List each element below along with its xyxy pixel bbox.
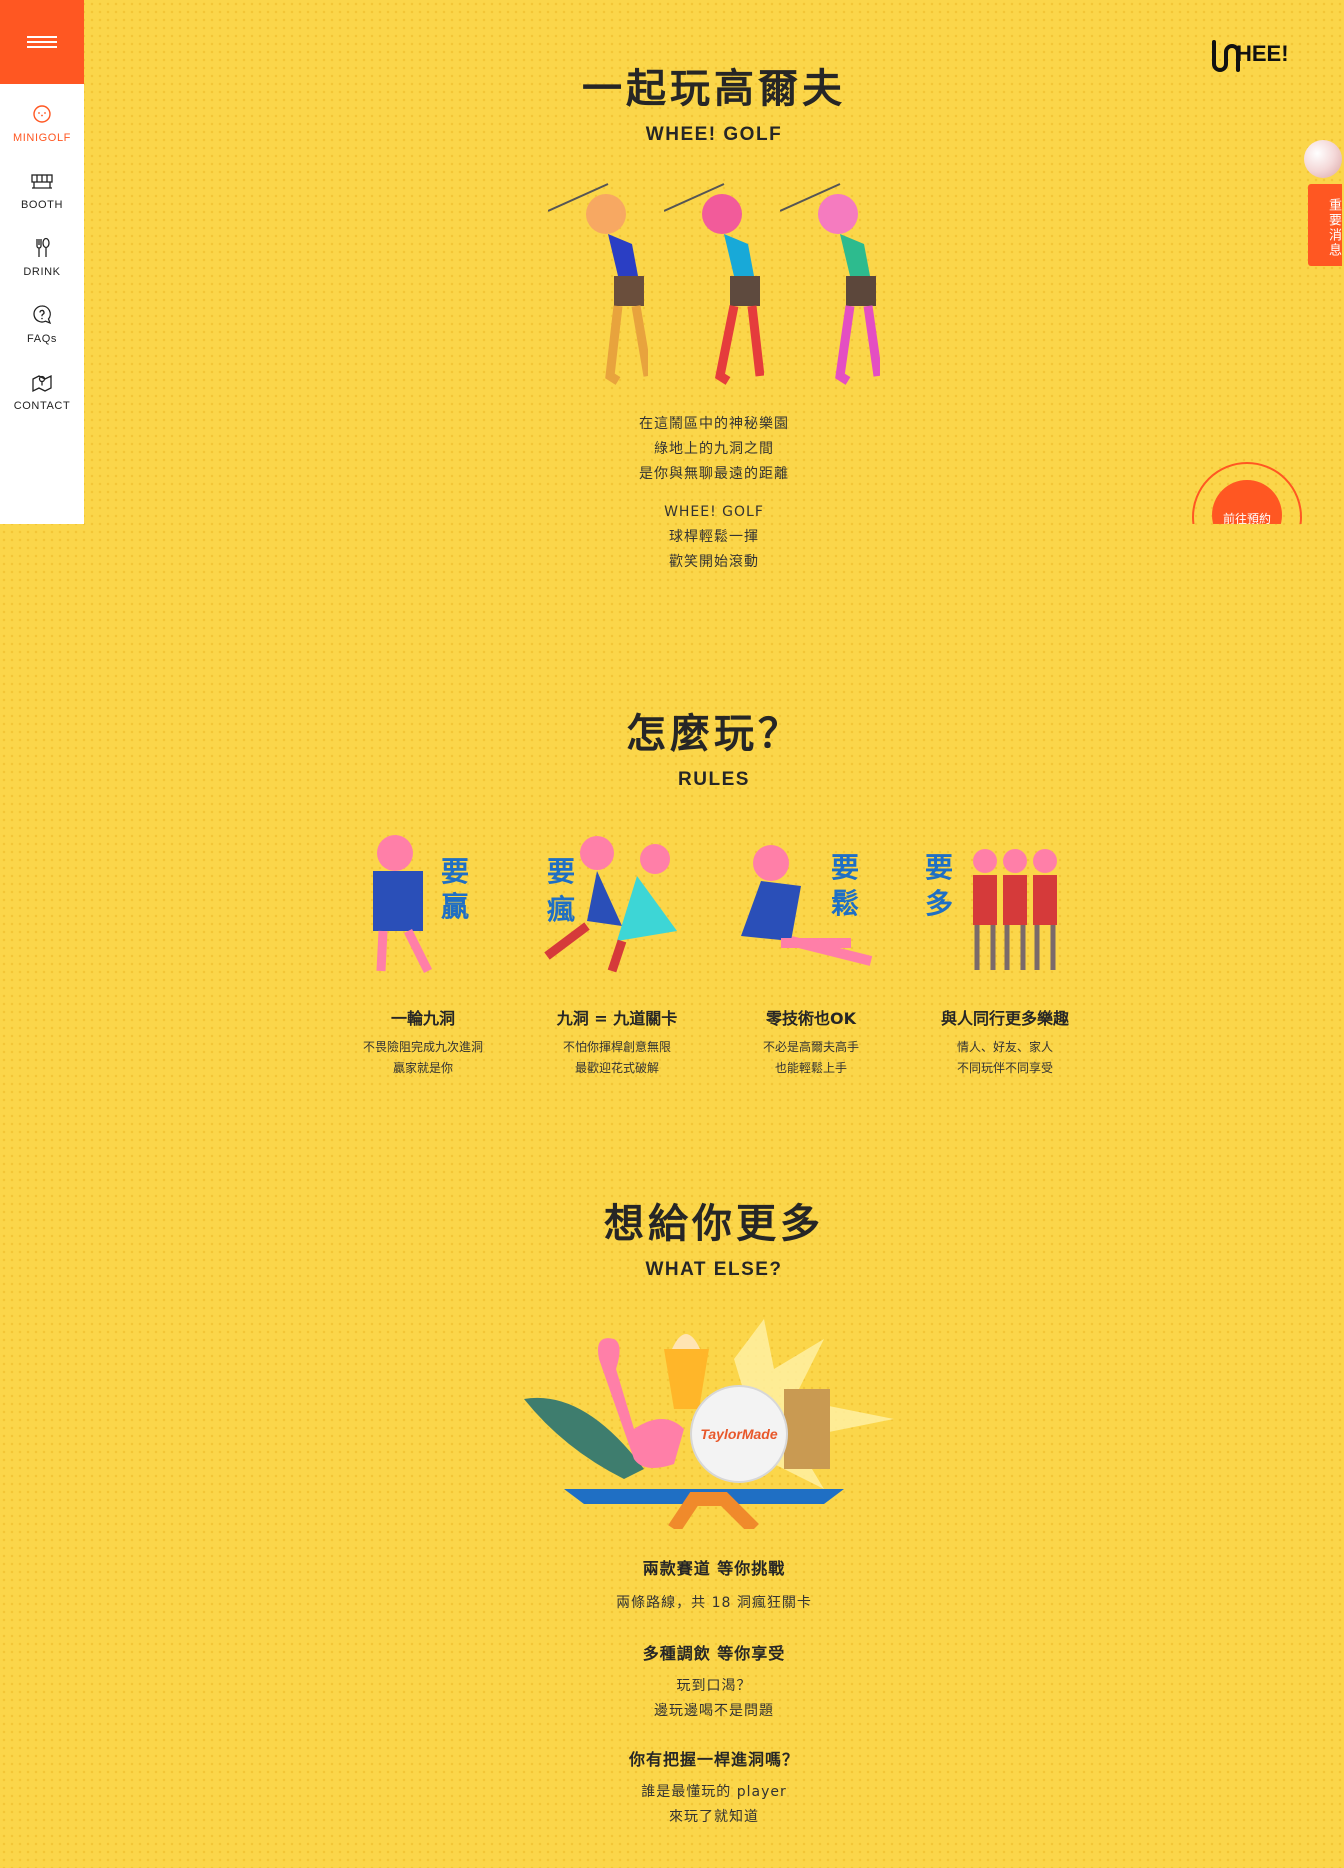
chat-question-icon: [33, 305, 52, 325]
rule-card: 要贏 一輪九洞 不畏險阻完成九次進洞 贏家就是你: [333, 831, 513, 1079]
what-else-title: 想給你更多: [604, 1201, 824, 1247]
rule-illustration: 要瘋: [544, 836, 677, 973]
sidebar-item-contact[interactable]: CONTACT: [0, 370, 84, 437]
sidebar-item-label: DRINK: [23, 266, 61, 278]
map-pin-icon: [32, 374, 52, 393]
intro-paragraph-2: WHEE! GOLF 球桿輕鬆一揮 歡笑開始滾動: [664, 504, 764, 570]
what-else-illustration: TaylorMade: [524, 1319, 894, 1534]
svg-text:要: 要: [441, 855, 469, 888]
booth-icon: [31, 174, 53, 189]
rule-illustration: 要多: [925, 849, 1057, 970]
what-else-subtitle: WHAT ELSE?: [645, 1259, 783, 1280]
cutlery-icon: [36, 237, 50, 257]
rule-illustration: 要贏: [373, 835, 469, 974]
sidebar-item-minigolf[interactable]: MINIGOLF: [0, 102, 84, 169]
rule-card: 要鬆 零技術也OK 不必是高爾夫高手 也能輕鬆上手: [721, 831, 901, 1079]
golfer-figure: [780, 183, 880, 385]
svg-text:多: 多: [925, 887, 953, 920]
rule-card: 要多 與人同行更多樂趣 情人、好友、家人 不同玩伴不同享受: [915, 831, 1095, 1079]
sidebar-nav: MINIGOLF BOOTH DRINK FAQs CONTACT: [0, 102, 84, 437]
rules-list: 要贏 一輪九洞 不畏險阻完成九次進洞 贏家就是你 要瘋 九洞 = 九道關卡 不怕你…: [84, 831, 1344, 1079]
svg-text:要: 要: [547, 855, 575, 888]
hamburger-icon: [27, 33, 57, 51]
golf-ball-icon: [33, 105, 51, 123]
sidebar-item-label: MINIGOLF: [13, 132, 71, 144]
svg-text:要: 要: [925, 851, 953, 884]
svg-text:贏: 贏: [441, 890, 469, 923]
menu-button[interactable]: [0, 0, 84, 84]
sidebar: MINIGOLF BOOTH DRINK FAQs CONTACT: [0, 0, 84, 524]
intro-title: 一起玩高爾夫: [582, 66, 846, 112]
intro-subtitle: WHEE! GOLF: [645, 124, 783, 145]
intro-section: 一起玩高爾夫 WHEE! GOLF 在這鬧區中的神秘樂園 綠地上的九洞之間 是你: [84, 0, 1344, 575]
sidebar-item-label: BOOTH: [20, 199, 64, 211]
main-content: 一起玩高爾夫 WHEE! GOLF 在這鬧區中的神秘樂園 綠地上的九洞之間 是你: [84, 0, 1344, 1830]
golfer-illustration: [84, 176, 1344, 396]
rules-title: 怎麼玩？: [626, 711, 802, 757]
intro-paragraph-1: 在這鬧區中的神秘樂園 綠地上的九洞之間 是你與無聊最遠的距離: [639, 416, 789, 482]
rule-card: 要瘋 九洞 = 九道關卡 不怕你揮桿創意無限 最歡迎花式破解: [527, 831, 707, 1079]
sidebar-item-faqs[interactable]: FAQs: [0, 303, 84, 370]
svg-text:要: 要: [831, 851, 859, 884]
rules-subtitle: RULES: [678, 769, 750, 790]
svg-text:瘋: 瘋: [547, 893, 575, 926]
sidebar-item-booth[interactable]: BOOTH: [0, 169, 84, 236]
golfer-figure: [664, 183, 764, 385]
golfer-figure: [548, 183, 648, 385]
sidebar-item-drink[interactable]: DRINK: [0, 236, 84, 303]
svg-text:鬆: 鬆: [831, 887, 859, 920]
sidebar-item-label: FAQs: [27, 333, 57, 345]
taylormade-logo: TaylorMade: [700, 1426, 777, 1442]
rule-illustration: 要鬆: [741, 845, 873, 966]
rules-section: 怎麼玩？ RULES 要贏 一輪九洞 不畏險阻完成九次進洞 贏家就是你 要瘋 九…: [84, 575, 1344, 1079]
what-else-section: 想給你更多 WHAT ELSE? TaylorMade 兩款賽道 等你挑戰 兩條…: [84, 1079, 1344, 1830]
sidebar-item-label: CONTACT: [13, 400, 71, 412]
